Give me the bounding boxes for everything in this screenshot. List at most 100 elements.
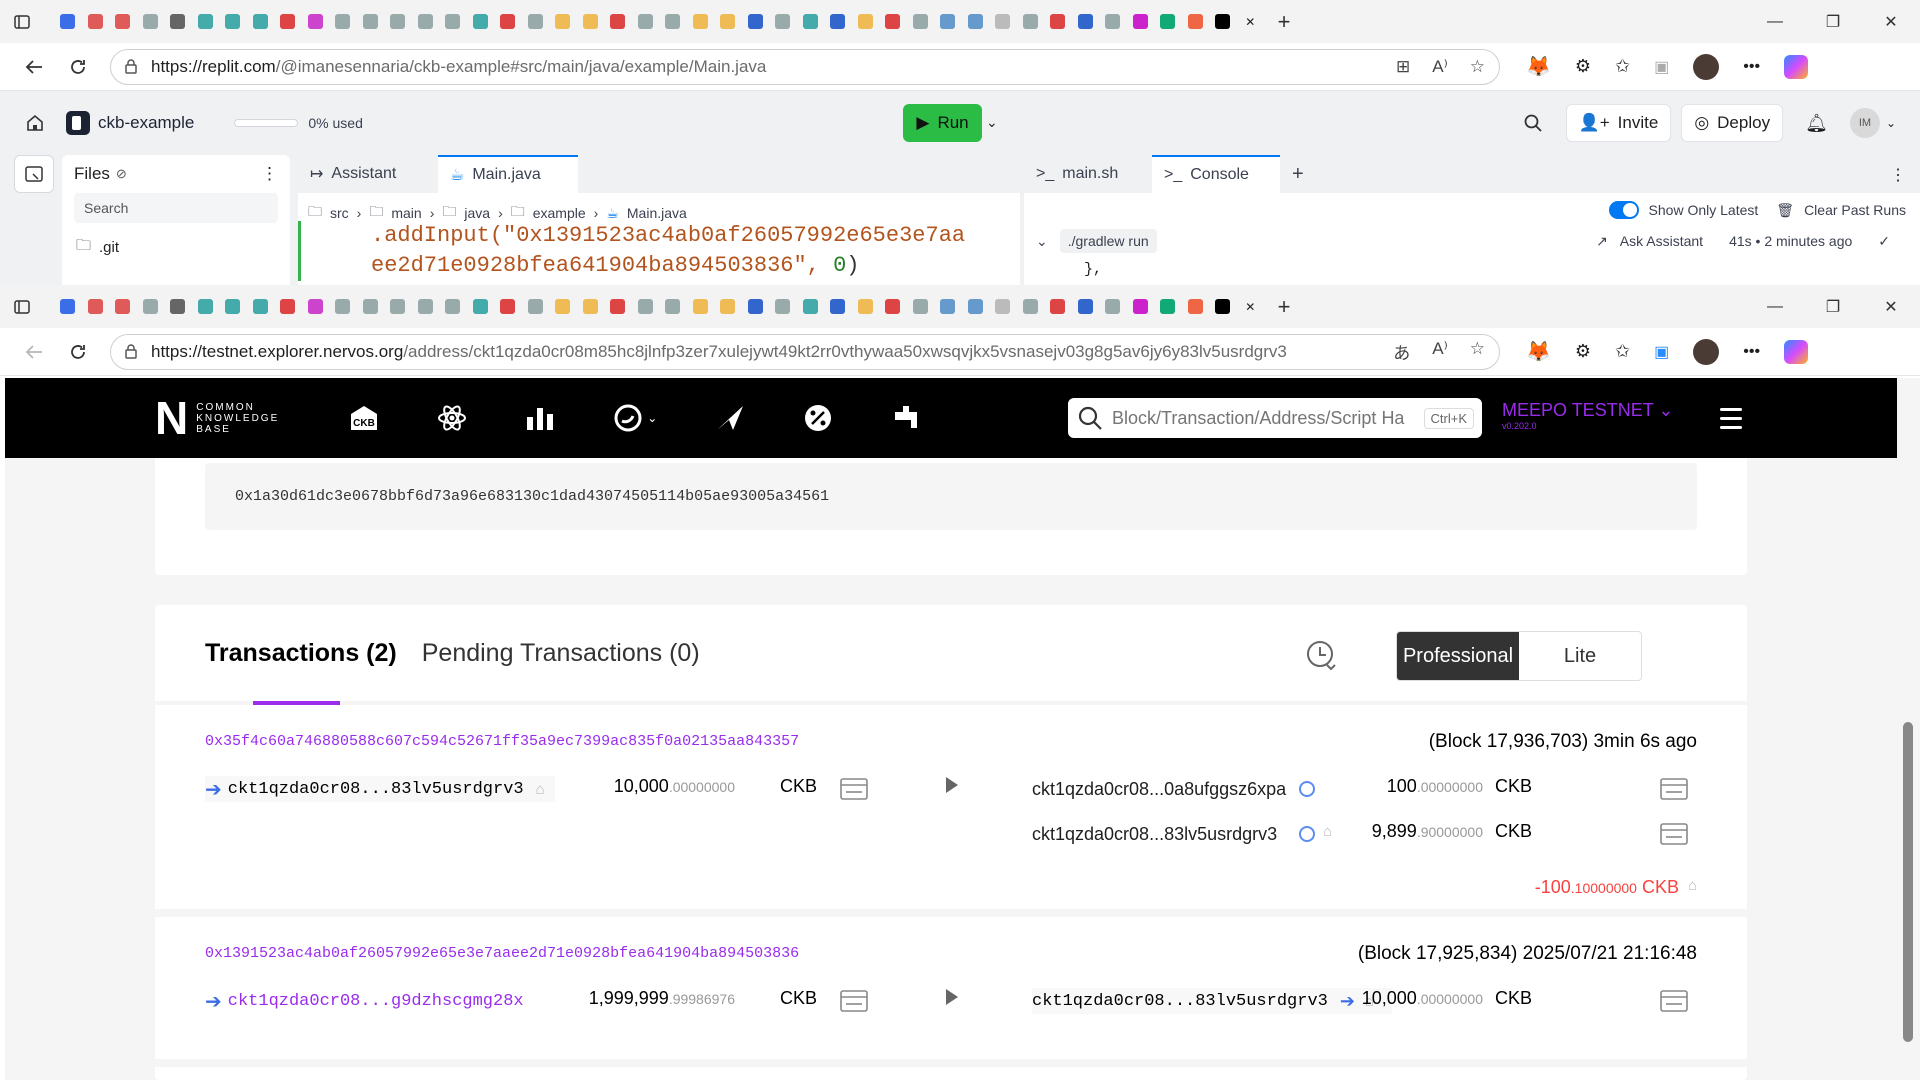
tab-favicon-icon[interactable] bbox=[384, 285, 412, 328]
breadcrumb-item[interactable]: main bbox=[391, 205, 421, 221]
favorites-icon[interactable]: ✩ bbox=[1615, 56, 1630, 77]
show-latest-toggle[interactable] bbox=[1608, 201, 1639, 219]
tab-favicon-icon[interactable] bbox=[797, 0, 825, 43]
tab-favicon-icon[interactable] bbox=[82, 0, 110, 43]
files-menu-icon[interactable]: ⋮ bbox=[261, 164, 278, 184]
favorite-star-icon[interactable]: ☆ bbox=[1470, 57, 1485, 77]
tab-favicon-icon[interactable] bbox=[1044, 285, 1072, 328]
run-options-chevron-icon[interactable]: ⌄ bbox=[986, 114, 998, 131]
maximize-icon[interactable]: ❐ bbox=[1804, 0, 1862, 43]
code-editor[interactable]: .addInput("0x1391523ac4ab0af26057992e65e… bbox=[298, 221, 1020, 281]
metamask-icon[interactable]: 🦊 bbox=[1526, 54, 1551, 79]
close-tab-icon[interactable]: ✕ bbox=[1237, 285, 1265, 328]
tab-favicon-icon[interactable] bbox=[467, 285, 495, 328]
collections-icon[interactable]: ▣ bbox=[1654, 342, 1669, 362]
breadcrumb-item[interactable]: example bbox=[533, 205, 586, 221]
cell-info-icon[interactable] bbox=[840, 990, 868, 1012]
tab-favicon-icon[interactable] bbox=[329, 0, 357, 43]
new-tab-button[interactable]: + bbox=[1264, 285, 1304, 328]
tab-favicon-icon[interactable] bbox=[467, 0, 495, 43]
rocket-icon[interactable] bbox=[715, 404, 745, 432]
tab-favicon-icon[interactable] bbox=[247, 0, 275, 43]
tab-favicon-icon[interactable] bbox=[412, 0, 440, 43]
tab-favicon-icon[interactable] bbox=[109, 285, 137, 328]
profile-avatar[interactable] bbox=[1693, 53, 1720, 80]
tab-main-sh[interactable]: >_ main.sh bbox=[1024, 155, 1152, 193]
tab-favicon-icon[interactable] bbox=[604, 0, 632, 43]
tab-favicon-icon[interactable] bbox=[302, 285, 330, 328]
maximize-icon[interactable]: ❐ bbox=[1804, 285, 1862, 328]
tab-favicon-icon[interactable] bbox=[1154, 0, 1182, 43]
tab-favicon-icon[interactable] bbox=[1017, 285, 1045, 328]
tab-favicon-icon[interactable] bbox=[1154, 285, 1182, 328]
invite-button[interactable]: 👤+ Invite bbox=[1565, 104, 1672, 142]
tab-favicon-icon[interactable] bbox=[1044, 0, 1072, 43]
cell-info-icon[interactable] bbox=[1660, 778, 1688, 800]
more-icon[interactable]: ••• bbox=[1743, 343, 1760, 361]
translate-icon[interactable]: あ bbox=[1393, 339, 1410, 364]
tab-favicon-icon[interactable] bbox=[1209, 0, 1237, 43]
ckb-icon[interactable]: CKB bbox=[349, 404, 379, 432]
tab-favicon-icon[interactable] bbox=[357, 285, 385, 328]
tab-favicon-icon[interactable] bbox=[219, 285, 247, 328]
tab-favicon-icon[interactable] bbox=[879, 285, 907, 328]
tab-favicon-icon[interactable] bbox=[879, 0, 907, 43]
trash-icon[interactable]: 🗑︎ bbox=[1776, 202, 1794, 219]
cell-info-icon[interactable] bbox=[1660, 823, 1688, 845]
minimize-icon[interactable]: — bbox=[1746, 0, 1804, 43]
lock-icon[interactable] bbox=[125, 344, 137, 359]
tab-favicon-icon[interactable] bbox=[1127, 285, 1155, 328]
tab-favicon-icon[interactable] bbox=[412, 285, 440, 328]
tab-favicon-icon[interactable] bbox=[274, 285, 302, 328]
tab-pending-transactions[interactable]: Pending Transactions (0) bbox=[422, 639, 700, 668]
add-tab-button[interactable]: + bbox=[1280, 155, 1320, 193]
url-field[interactable]: https://testnet.explorer.nervos.org/addr… bbox=[110, 333, 1500, 370]
tab-favicon-icon[interactable] bbox=[82, 285, 110, 328]
breadcrumb-item[interactable]: Main.java bbox=[627, 205, 687, 221]
tab-favicon-icon[interactable] bbox=[852, 0, 880, 43]
console-menu-icon[interactable]: ⋮ bbox=[1876, 155, 1920, 193]
favorite-star-icon[interactable]: ☆ bbox=[1470, 339, 1485, 364]
transaction-hash-link[interactable]: 0x1391523ac4ab0af26057992e65e3e7aaee2d71… bbox=[205, 945, 799, 962]
read-aloud-icon[interactable]: A⁾ bbox=[1432, 57, 1448, 77]
tab-favicon-icon[interactable] bbox=[54, 0, 82, 43]
tab-favicon-icon[interactable] bbox=[577, 0, 605, 43]
tab-favicon-icon[interactable] bbox=[302, 0, 330, 43]
tab-favicon-icon[interactable] bbox=[852, 285, 880, 328]
close-icon[interactable]: ✕ bbox=[1862, 285, 1920, 328]
clear-runs-button[interactable]: Clear Past Runs bbox=[1804, 202, 1906, 218]
favorites-icon[interactable]: ✩ bbox=[1615, 341, 1630, 362]
tab-favicon-icon[interactable] bbox=[1099, 285, 1127, 328]
new-tab-button[interactable]: + bbox=[1264, 0, 1304, 43]
tab-favicon-icon[interactable] bbox=[164, 285, 192, 328]
tab-favicon-icon[interactable] bbox=[329, 285, 357, 328]
scrollbar-thumb[interactable] bbox=[1903, 722, 1913, 1042]
tab-favicon-icon[interactable] bbox=[1099, 0, 1127, 43]
tab-favicon-icon[interactable] bbox=[1127, 0, 1155, 43]
tab-favicon-icon[interactable] bbox=[384, 0, 412, 43]
profile-avatar[interactable] bbox=[1693, 338, 1720, 365]
tab-favicon-icon[interactable] bbox=[1017, 0, 1045, 43]
files-search-input[interactable]: Search bbox=[74, 193, 278, 223]
copilot-icon[interactable] bbox=[1784, 339, 1809, 364]
tab-favicon-icon[interactable] bbox=[109, 0, 137, 43]
tab-actions-icon[interactable] bbox=[0, 0, 44, 43]
read-aloud-icon[interactable]: A⁾ bbox=[1432, 339, 1448, 364]
tab-favicon-icon[interactable] bbox=[989, 0, 1017, 43]
extensions-icon[interactable]: ⚙ bbox=[1575, 56, 1591, 77]
tab-favicon-icon[interactable] bbox=[494, 0, 522, 43]
input-address-link[interactable]: ckt1qzda0cr08...g9dzhscgmg28x bbox=[228, 992, 524, 1011]
tab-favicon-icon[interactable] bbox=[219, 0, 247, 43]
tab-favicon-icon[interactable] bbox=[687, 0, 715, 43]
token-icon[interactable]: ⌄ bbox=[613, 403, 657, 433]
professional-mode-button[interactable]: Professional bbox=[1397, 632, 1519, 680]
chart-icon[interactable] bbox=[525, 405, 555, 431]
tab-favicon-icon[interactable] bbox=[1209, 285, 1237, 328]
project-name[interactable]: ckb-example bbox=[98, 113, 194, 133]
tab-favicon-icon[interactable] bbox=[659, 285, 687, 328]
tab-favicon-icon[interactable] bbox=[934, 0, 962, 43]
tab-main-java[interactable]: ☕︎ Main.java bbox=[438, 155, 578, 193]
lite-mode-button[interactable]: Lite bbox=[1519, 632, 1641, 680]
tab-favicon-icon[interactable] bbox=[769, 0, 797, 43]
apps-icon[interactable]: ⊞ bbox=[1396, 57, 1410, 77]
